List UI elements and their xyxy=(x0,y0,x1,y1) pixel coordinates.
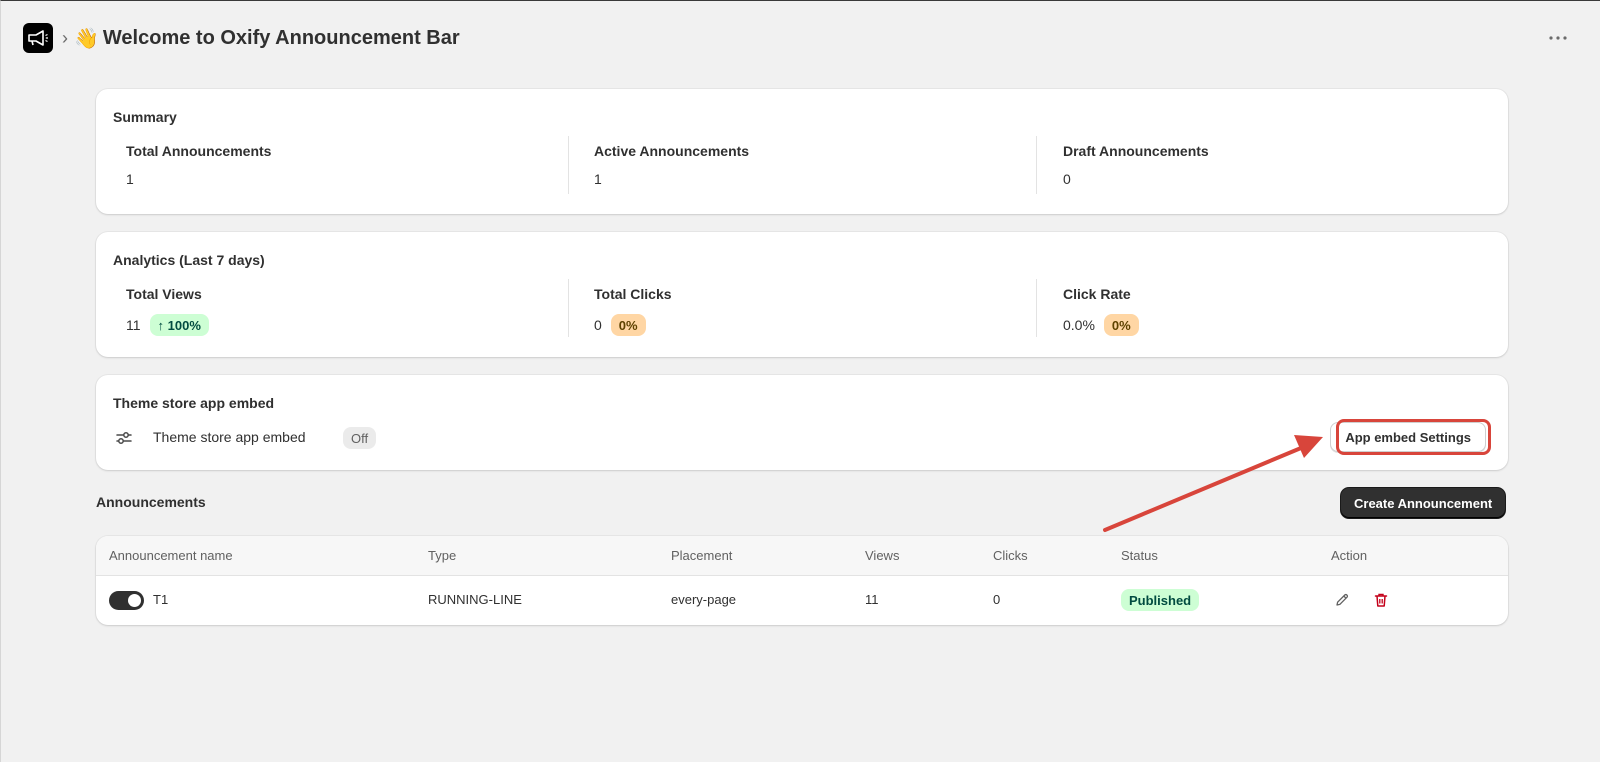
stat-label: Total Views xyxy=(126,286,202,302)
status-badge: Published xyxy=(1121,589,1200,611)
toggle-knob xyxy=(128,594,141,607)
percent-badge: 0% xyxy=(610,314,646,336)
announcement-type: RUNNING-LINE xyxy=(428,592,522,607)
analytics-card: Analytics (Last 7 days) Total Views 11 ↑… xyxy=(96,232,1508,357)
summary-card: Summary Total Announcements 1 Active Ann… xyxy=(96,89,1508,214)
announcement-name: T1 xyxy=(153,592,169,607)
trend-up-badge: ↑ 100% xyxy=(149,314,209,336)
top-bar: › 👋 Welcome to Oxify Announcement Bar xyxy=(23,23,1570,53)
create-announcement-button[interactable]: Create Announcement xyxy=(1341,488,1506,518)
app-embed-settings-button[interactable]: App embed Settings xyxy=(1330,422,1486,452)
announcement-placement: every-page xyxy=(671,592,737,607)
divider xyxy=(568,136,569,194)
announcements-heading: Announcements xyxy=(96,494,206,510)
stat-value-row: 0.0% 0% xyxy=(1063,314,1139,336)
summary-title: Summary xyxy=(113,109,177,125)
status-wrap: Published xyxy=(1112,589,1200,611)
stat-draft-announcements: Draft Announcements 0 xyxy=(1063,136,1483,194)
stat-value: 1 xyxy=(126,171,134,187)
app-embed-row-label: Theme store app embed xyxy=(153,429,306,445)
column-header: Placement xyxy=(671,548,733,563)
divider xyxy=(568,279,569,337)
stat-label: Total Clicks xyxy=(594,286,672,302)
announcement-clicks: 0 xyxy=(993,592,1001,607)
app-embed-status-wrap: Off xyxy=(334,427,377,449)
divider xyxy=(1036,136,1037,194)
stat-value-row: 0 0% xyxy=(594,314,646,336)
divider xyxy=(1036,279,1037,337)
stat-total-clicks: Total Clicks 0 0% xyxy=(594,279,1014,337)
stat-value-row: 11 ↑ 100% xyxy=(126,314,209,336)
stat-value: 11 xyxy=(126,317,141,333)
stat-total-views: Total Views 11 ↑ 100% xyxy=(126,279,546,337)
app-embed-status-badge: Off xyxy=(343,427,377,449)
stat-value: 0 xyxy=(594,317,602,333)
announcement-enabled-toggle[interactable] xyxy=(109,591,144,610)
column-header: Announcement name xyxy=(109,548,233,563)
stat-value: 0 xyxy=(1063,171,1071,187)
column-header: Clicks xyxy=(993,548,1028,563)
app-logo-megaphone-icon[interactable] xyxy=(23,23,53,53)
trash-icon[interactable] xyxy=(1370,589,1392,611)
stat-label: Active Announcements xyxy=(594,143,750,159)
pencil-icon[interactable] xyxy=(1331,589,1353,611)
more-actions-icon[interactable] xyxy=(1546,28,1570,48)
stat-label: Click Rate xyxy=(1063,286,1131,302)
app-embed-title: Theme store app embed xyxy=(113,395,275,411)
announcement-views: 11 xyxy=(865,592,879,607)
percent-badge: 0% xyxy=(1103,314,1139,336)
stat-value: 1 xyxy=(594,171,602,187)
column-header: Status xyxy=(1121,548,1158,563)
column-header: Action xyxy=(1331,548,1368,563)
app-embed-card: Theme store app embed Theme store app em… xyxy=(96,375,1508,470)
analytics-title: Analytics (Last 7 days) xyxy=(113,252,265,268)
page-title: Welcome to Oxify Announcement Bar xyxy=(102,26,460,49)
stat-click-rate: Click Rate 0.0% 0% xyxy=(1063,279,1483,337)
sliders-icon xyxy=(115,429,133,447)
table-header: Announcement name Type Placement Views C… xyxy=(96,536,1508,576)
waving-hand-icon: 👋 xyxy=(74,27,99,50)
stat-label: Draft Announcements xyxy=(1063,143,1209,159)
stat-label: Total Announcements xyxy=(126,143,272,159)
announcements-table: Announcement name Type Placement Views C… xyxy=(96,536,1508,625)
stat-active-announcements: Active Announcements 1 xyxy=(594,136,1014,194)
column-header: Views xyxy=(865,548,900,563)
column-header: Type xyxy=(428,548,457,563)
stat-total-announcements: Total Announcements 1 xyxy=(126,136,546,194)
stat-value: 0.0% xyxy=(1063,317,1095,333)
breadcrumb-chevron-icon: › xyxy=(62,28,68,48)
